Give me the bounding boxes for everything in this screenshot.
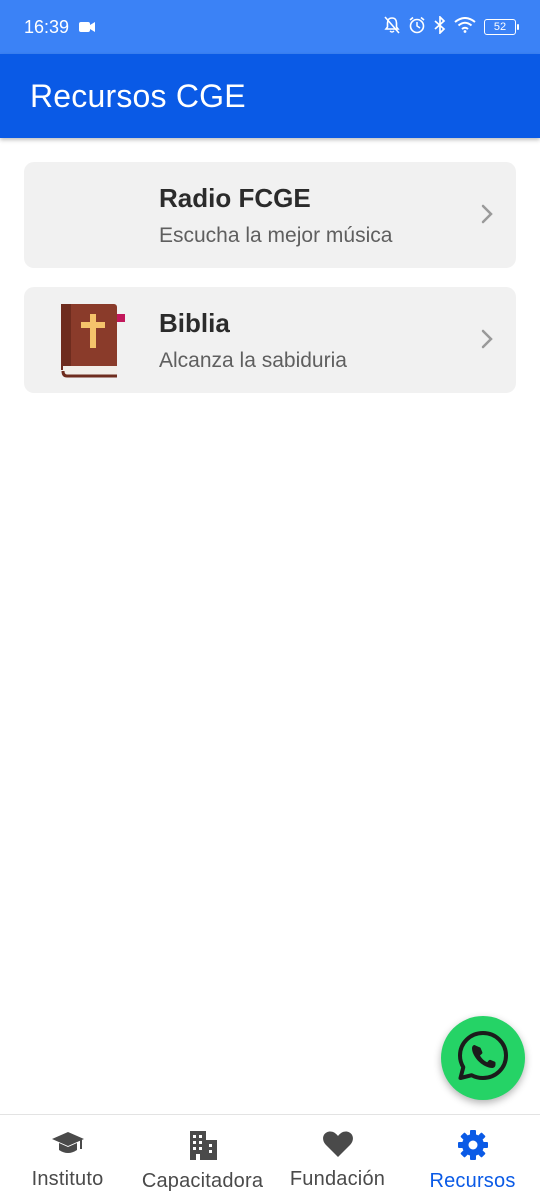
nav-item-recursos[interactable]: Recursos xyxy=(405,1115,540,1200)
status-bar: 16:39 52 xyxy=(0,0,540,54)
gear-icon xyxy=(457,1129,489,1166)
resource-list: Radio FCGE Escucha la mejor música Bibli… xyxy=(24,162,516,412)
nav-item-capacitadora[interactable]: Capacitadora xyxy=(135,1115,270,1200)
nav-label-instituto: Instituto xyxy=(31,1168,104,1190)
alarm-icon xyxy=(408,16,426,39)
battery-level: 52 xyxy=(493,20,507,33)
status-time: 16:39 xyxy=(24,16,70,37)
app-bar: Recursos CGE xyxy=(0,54,540,138)
nav-label-capacitadora: Capacitadora xyxy=(141,1170,264,1192)
battery-icon: 52 xyxy=(484,19,519,35)
chevron-right-icon xyxy=(480,328,494,355)
building-icon xyxy=(188,1129,218,1166)
video-icon xyxy=(79,17,96,38)
radio-card-title: Radio FCGE xyxy=(159,182,311,213)
heart-icon xyxy=(322,1129,354,1164)
bible-card[interactable]: Biblia Alcanza la sabiduria xyxy=(24,287,516,393)
whatsapp-button[interactable] xyxy=(441,1016,525,1100)
nav-item-instituto[interactable]: Instituto xyxy=(0,1115,135,1200)
bluetooth-icon xyxy=(434,14,446,39)
bottom-nav: Instituto Capacitadora Fundación Recurso… xyxy=(0,1114,540,1200)
nav-label-recursos: Recursos xyxy=(429,1170,516,1192)
mute-icon xyxy=(384,15,400,39)
radio-card-subtitle: Escucha la mejor música xyxy=(159,223,393,247)
nav-label-fundacion: Fundación xyxy=(289,1168,386,1190)
wifi-icon xyxy=(454,16,476,38)
status-right: 52 xyxy=(384,14,519,39)
bible-card-subtitle: Alcanza la sabiduria xyxy=(159,348,347,372)
bible-card-text: Biblia Alcanza la sabiduria xyxy=(159,308,516,373)
whatsapp-icon xyxy=(456,1029,510,1088)
soundwave-icon xyxy=(24,162,159,268)
chevron-right-icon xyxy=(480,203,494,230)
bible-card-title: Biblia xyxy=(159,307,230,338)
bible-icon xyxy=(24,287,159,393)
page-title: Recursos CGE xyxy=(30,77,246,114)
graduation-cap-icon xyxy=(51,1129,85,1164)
status-left: 16:39 xyxy=(24,16,96,38)
radio-card[interactable]: Radio FCGE Escucha la mejor música xyxy=(24,162,516,268)
radio-card-text: Radio FCGE Escucha la mejor música xyxy=(159,183,516,248)
nav-item-fundacion[interactable]: Fundación xyxy=(270,1115,405,1200)
